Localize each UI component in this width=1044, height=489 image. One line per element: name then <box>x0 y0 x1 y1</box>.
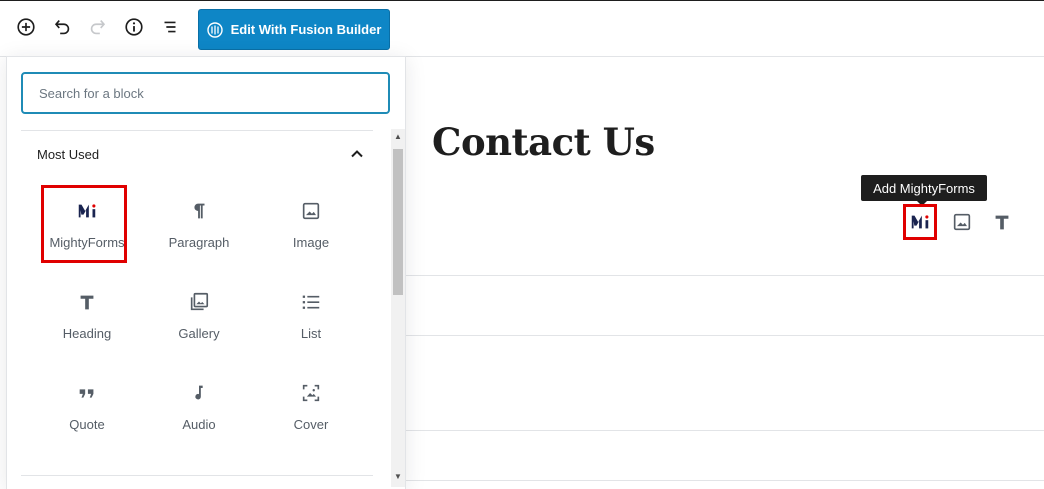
block-label: Heading <box>62 326 112 341</box>
fusion-button-label: Edit With Fusion Builder <box>230 22 382 37</box>
block-label: MightyForms <box>49 235 125 250</box>
redo-button[interactable] <box>84 13 112 41</box>
most-used-panel-toggle[interactable]: Most Used <box>21 131 373 177</box>
image-icon <box>302 202 320 220</box>
mightyforms-icon <box>911 215 929 229</box>
add-block-button[interactable] <box>12 13 40 41</box>
scrollbar-thumb[interactable] <box>393 149 403 295</box>
list-icon <box>302 295 320 309</box>
tooltip: Add MightyForms <box>861 175 987 201</box>
redo-icon <box>90 20 106 35</box>
block-inserter-popover: Most Used MightyForms Paragraph <box>6 56 406 489</box>
image-icon <box>953 213 971 231</box>
undo-icon <box>54 20 70 35</box>
block-item-mightyforms[interactable]: MightyForms <box>31 181 143 271</box>
block-divider <box>406 430 1044 431</box>
block-item-paragraph[interactable]: Paragraph <box>143 181 255 271</box>
quote-icon <box>79 389 94 398</box>
add-heading-button[interactable] <box>984 204 1020 240</box>
section-title: Most Used <box>37 146 100 162</box>
block-label: Paragraph <box>168 235 230 250</box>
block-label: Gallery <box>178 326 220 341</box>
outline-list-icon <box>164 21 176 33</box>
block-label: List <box>300 326 322 341</box>
block-item-cover[interactable]: Cover <box>255 363 367 453</box>
block-search-input[interactable] <box>21 72 390 114</box>
block-item-audio[interactable]: Audio <box>143 363 255 453</box>
block-label: Cover <box>293 417 329 432</box>
block-divider <box>406 335 1044 336</box>
heading-icon <box>80 295 94 310</box>
chevron-up-icon <box>351 150 363 158</box>
edit-with-fusion-builder-button[interactable]: Edit With Fusion Builder <box>198 9 390 50</box>
highlight-annotation <box>41 185 127 263</box>
info-button[interactable] <box>120 13 148 41</box>
fusion-logo-icon <box>206 21 223 38</box>
scroll-down-arrow[interactable]: ▼ <box>392 471 404 483</box>
block-item-gallery[interactable]: Gallery <box>143 272 255 362</box>
heading-icon <box>995 215 1009 230</box>
block-divider <box>406 275 1044 276</box>
block-label: Image <box>292 235 330 250</box>
editor-toolbar: Edit With Fusion Builder <box>0 1 1044 57</box>
audio-icon <box>195 385 203 400</box>
paragraph-icon <box>194 203 205 219</box>
add-image-button[interactable] <box>944 204 980 240</box>
block-item-image[interactable]: Image <box>255 181 367 271</box>
add-mightyforms-button[interactable] <box>903 204 937 240</box>
block-label: Audio <box>182 417 216 432</box>
block-item-list[interactable]: List <box>255 272 367 362</box>
mightyforms-icon <box>78 204 96 218</box>
separator <box>21 475 373 476</box>
outline-button[interactable] <box>156 13 184 41</box>
quick-inserter <box>902 204 1024 240</box>
plus-circle-icon <box>17 18 35 36</box>
undo-button[interactable] <box>48 13 76 41</box>
scroll-up-arrow[interactable]: ▲ <box>392 131 404 143</box>
cover-icon <box>302 384 320 402</box>
block-item-quote[interactable]: Quote <box>31 363 143 453</box>
info-icon <box>125 18 143 36</box>
block-divider <box>406 480 1044 481</box>
block-label: Quote <box>69 417 105 432</box>
block-item-heading[interactable]: Heading <box>31 272 143 362</box>
gallery-icon <box>190 292 209 311</box>
page-title[interactable]: Contact Us <box>432 120 655 164</box>
